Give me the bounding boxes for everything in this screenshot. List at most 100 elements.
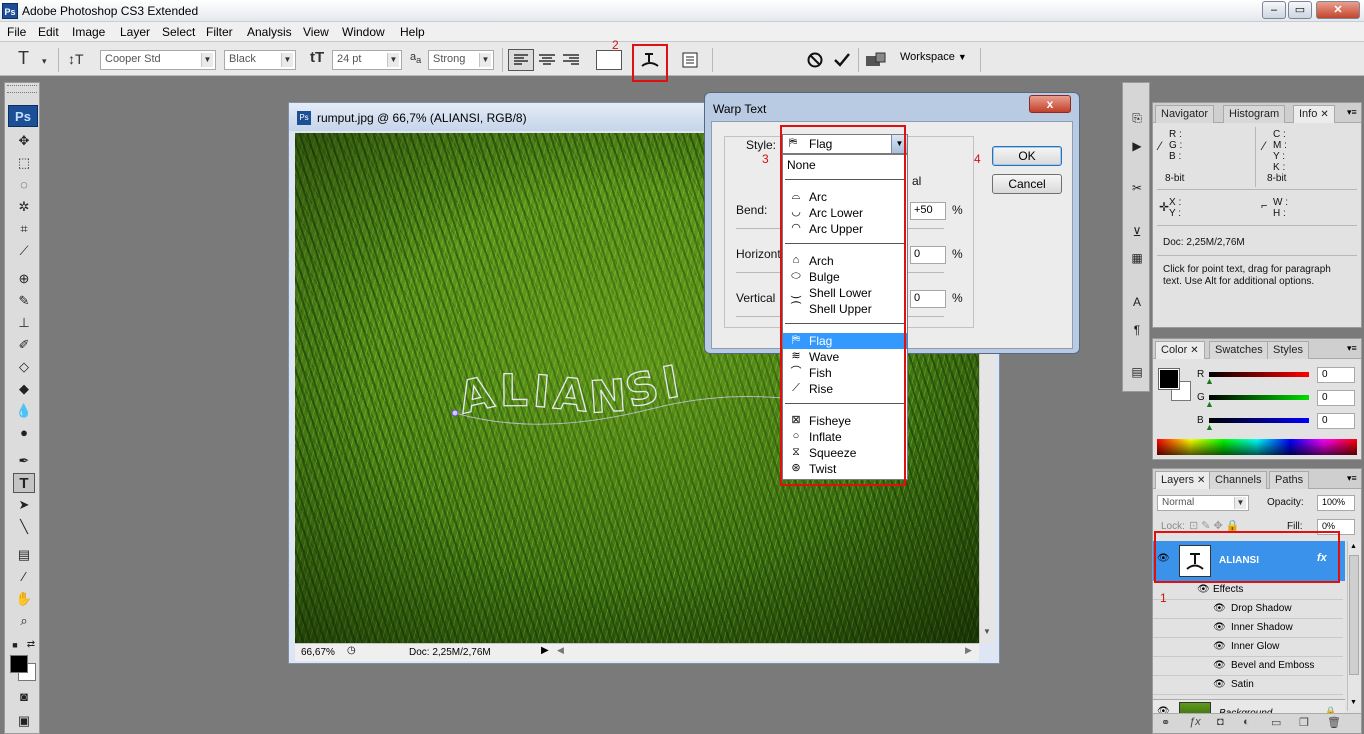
vertical-distortion-input[interactable]: 0 (910, 290, 946, 308)
actions-panel-icon[interactable]: ▶ (1128, 137, 1146, 155)
blur-tool-icon[interactable]: 💧 (13, 401, 35, 421)
hand-tool-icon[interactable]: ✋ (13, 589, 35, 609)
effect-row-bevel-emboss[interactable]: 👁 Bevel and Emboss (1153, 657, 1343, 676)
effects-header-row[interactable]: 👁 Effects (1153, 581, 1343, 600)
notes-tool-icon[interactable]: ▤ (13, 545, 35, 565)
default-colors-icon[interactable]: ■ (9, 635, 21, 655)
tab-info[interactable]: Info ✕ (1293, 105, 1335, 123)
swap-colors-icon[interactable]: ⇄ (25, 635, 37, 655)
scroll-right-arrow-icon[interactable]: ▶ (965, 645, 972, 656)
bend-input[interactable]: +50 (910, 202, 946, 220)
path-selection-tool-icon[interactable]: ➤ (13, 495, 35, 515)
font-family-select[interactable]: Cooper Std ▼ (100, 50, 216, 70)
status-arrow-icon[interactable]: ▶ (541, 645, 549, 656)
menu-edit[interactable]: Edit (38, 25, 59, 39)
tools-panel-grip[interactable] (7, 85, 37, 93)
magic-wand-tool-icon[interactable]: ✲ (13, 197, 35, 217)
tab-styles[interactable]: Styles (1267, 341, 1309, 359)
crop-tool-icon[interactable]: ⌗ (13, 219, 35, 239)
blue-slider[interactable] (1209, 418, 1309, 423)
tab-paths[interactable]: Paths (1269, 471, 1310, 489)
tab-channels[interactable]: Channels (1209, 471, 1268, 489)
tab-navigator[interactable]: Navigator (1155, 105, 1215, 123)
panel-menu-icon[interactable]: ▾≡ (1347, 107, 1357, 118)
text-tool-preset-icon[interactable]: T (18, 48, 29, 69)
menu-help[interactable]: Help (400, 25, 425, 39)
quick-mask-icon[interactable]: ◙ (13, 687, 35, 707)
clone-stamp-tool-icon[interactable]: ⊥ (13, 313, 35, 333)
dialog-close-button[interactable]: x (1029, 95, 1071, 113)
preset-dropdown-arrow-icon[interactable]: ▾ (42, 56, 47, 67)
visibility-eye-icon[interactable]: 👁 (1213, 622, 1226, 633)
visibility-eye-icon[interactable]: 👁 (1213, 603, 1226, 614)
brushes-panel-icon[interactable]: ⊻ (1128, 223, 1146, 241)
scroll-up-arrow-icon[interactable]: ▲ (1350, 543, 1357, 550)
text-color-swatch[interactable] (596, 50, 622, 70)
panel-menu-icon[interactable]: ▾≡ (1347, 473, 1357, 484)
menu-view[interactable]: View (303, 25, 329, 39)
cancel-edits-button[interactable] (806, 51, 824, 69)
close-icon[interactable]: ✕ (1190, 345, 1198, 356)
adjustment-layer-icon[interactable]: ◐ (1243, 716, 1250, 728)
healing-brush-tool-icon[interactable]: ⊕ (13, 269, 35, 289)
link-layers-icon[interactable]: ⚭ (1161, 716, 1170, 729)
menu-filter[interactable]: Filter (206, 25, 233, 39)
history-brush-tool-icon[interactable]: ✐ (13, 335, 35, 355)
layer-comps-panel-icon[interactable]: ▤ (1128, 363, 1146, 381)
status-menu-icon[interactable]: ◷ (347, 645, 356, 656)
menu-analysis[interactable]: Analysis (247, 25, 292, 39)
marquee-tool-icon[interactable]: ⬚ (13, 153, 35, 173)
text-orientation-icon[interactable]: ↕T (68, 51, 84, 67)
visibility-eye-icon[interactable]: 👁 (1213, 679, 1226, 690)
green-slider[interactable] (1209, 395, 1309, 400)
lasso-tool-icon[interactable]: ◌ (13, 175, 35, 195)
bridge-button[interactable] (864, 50, 888, 70)
create-warped-text-button[interactable] (638, 48, 662, 72)
antialias-select[interactable]: Strong ▼ (428, 50, 494, 70)
effect-row-drop-shadow[interactable]: 👁 Drop Shadow (1153, 600, 1343, 619)
minimize-button[interactable]: – (1262, 1, 1286, 19)
scroll-down-arrow-icon[interactable]: ▼ (1350, 699, 1357, 706)
close-button[interactable]: ✕ (1316, 1, 1360, 19)
delete-layer-icon[interactable]: 🗑 (1327, 716, 1341, 729)
pen-tool-icon[interactable]: ✒ (13, 451, 35, 471)
brush-tool-icon[interactable]: ✎ (13, 291, 35, 311)
tab-layers[interactable]: Layers ✕ (1155, 471, 1212, 489)
new-group-icon[interactable]: ▭ (1271, 716, 1281, 729)
cancel-button[interactable]: Cancel (992, 174, 1062, 194)
slider-handle-icon[interactable]: ▲ (1205, 376, 1214, 386)
paint-bucket-tool-icon[interactable]: ◆ (13, 379, 35, 399)
clone-source-panel-icon[interactable]: ▦ (1128, 249, 1146, 267)
commit-edits-button[interactable] (832, 51, 852, 69)
green-value[interactable]: 0 (1317, 390, 1355, 406)
scroll-left-arrow-icon[interactable]: ◀ (557, 645, 564, 656)
foreground-color-swatch[interactable] (10, 655, 28, 673)
align-right-button[interactable] (560, 50, 582, 70)
align-center-button[interactable] (536, 50, 558, 70)
workspace-menu[interactable]: Workspace ▼ (900, 51, 967, 63)
panel-menu-icon[interactable]: ▾≡ (1347, 343, 1357, 354)
ok-button[interactable]: OK (992, 146, 1062, 166)
menu-layer[interactable]: Layer (120, 25, 150, 39)
tab-color[interactable]: Color ✕ (1155, 341, 1205, 359)
visibility-eye-icon[interactable]: 👁 (1197, 584, 1210, 595)
color-spectrum-ramp[interactable] (1157, 439, 1357, 455)
maximize-button[interactable]: ▭ (1288, 1, 1312, 19)
paragraph-panel-icon[interactable]: ¶ (1128, 321, 1146, 339)
scroll-down-arrow-icon[interactable]: ▼ (983, 627, 991, 636)
slider-handle-icon[interactable]: ▲ (1205, 399, 1214, 409)
blue-value[interactable]: 0 (1317, 413, 1355, 429)
new-layer-icon[interactable]: ❐ (1299, 716, 1309, 729)
font-style-select[interactable]: Black ▼ (224, 50, 296, 70)
add-mask-icon[interactable]: ◘ (1217, 716, 1224, 728)
blend-mode-select[interactable]: Normal ▼ (1157, 495, 1249, 511)
type-tool-icon[interactable]: T (13, 473, 35, 493)
close-icon[interactable]: ✕ (1197, 475, 1205, 486)
layers-scrollbar[interactable]: ▲ ▼ (1347, 541, 1361, 711)
scroll-thumb[interactable] (1349, 555, 1359, 675)
tab-histogram[interactable]: Histogram (1223, 105, 1286, 123)
zoom-level[interactable]: 66,67% (301, 647, 335, 658)
add-style-icon[interactable]: ƒx (1189, 716, 1201, 728)
close-icon[interactable]: ✕ (1320, 109, 1328, 120)
zoom-tool-icon[interactable]: ⌕ (13, 611, 35, 631)
